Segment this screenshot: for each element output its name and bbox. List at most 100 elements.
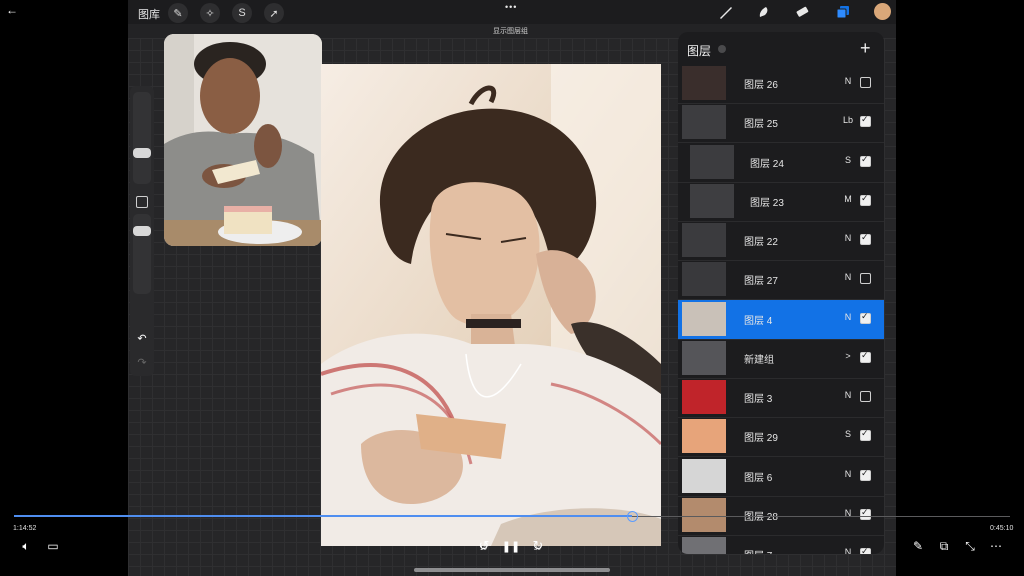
layer-name[interactable]: 图层 4	[744, 312, 772, 327]
subtitles-icon[interactable]: ▭	[45, 538, 61, 554]
layer-visibility-checkbox[interactable]	[860, 154, 871, 167]
back-arrow-icon[interactable]: ←	[4, 2, 20, 18]
layer-list: 图层 26N图层 25Lb图层 24S图层 23M图层 22N图层 27N图层 …	[678, 56, 884, 554]
modify-square-icon[interactable]	[136, 196, 148, 208]
reference-photo	[164, 34, 322, 246]
layer-name[interactable]: 图层 6	[744, 469, 772, 484]
layer-row[interactable]: 图层 26 N	[678, 64, 884, 104]
blend-mode-label[interactable]: S	[841, 429, 855, 439]
layer-visibility-checkbox[interactable]	[860, 273, 871, 285]
brush-size-slider[interactable]	[133, 92, 151, 184]
layer-row[interactable]: 图层 3 N	[678, 378, 884, 418]
layer-thumbnail[interactable]	[682, 301, 726, 336]
redo-icon[interactable]: ↷	[134, 354, 150, 370]
layer-thumbnail[interactable]	[682, 223, 726, 257]
layer-name[interactable]: 图层 26	[744, 76, 778, 91]
blend-mode-label[interactable]: N	[841, 312, 855, 322]
show-layer-group-hint: 显示图层组	[493, 28, 528, 35]
layer-visibility-checkbox[interactable]	[860, 546, 871, 554]
layer-row[interactable]: 新建组 >	[678, 339, 884, 379]
layer-visibility-checkbox[interactable]	[860, 77, 871, 88]
more-options-dots[interactable]: •••	[505, 2, 517, 12]
layer-thumbnail[interactable]	[682, 380, 726, 414]
blend-mode-label[interactable]: N	[841, 390, 855, 400]
top-toolbar: 图库 ✎ ✧ S ➚ •••	[128, 0, 896, 24]
undo-icon[interactable]: ↶	[134, 330, 150, 346]
layer-row[interactable]: 图层 22 N	[678, 221, 884, 261]
wrench-icon[interactable]: ✎	[168, 3, 188, 23]
layer-thumbnail[interactable]	[682, 458, 726, 493]
layer-name[interactable]: 图层 3	[744, 390, 772, 405]
layer-thumbnail[interactable]	[682, 497, 726, 532]
layer-thumbnail[interactable]	[682, 537, 726, 554]
layer-thumbnail[interactable]	[682, 340, 726, 375]
layer-thumbnail[interactable]	[690, 144, 734, 179]
layer-thumbnail[interactable]	[682, 419, 726, 454]
layer-name[interactable]: 图层 23	[750, 194, 784, 209]
layer-visibility-checkbox[interactable]	[860, 232, 871, 245]
pause-icon[interactable]: ❚❚	[502, 538, 520, 554]
volume-icon[interactable]: 🔈︎	[18, 538, 34, 554]
layer-thumbnail[interactable]	[682, 262, 726, 297]
brush-icon[interactable]	[716, 2, 736, 22]
blend-mode-label[interactable]: N	[841, 233, 855, 243]
brush-size-knob[interactable]	[133, 148, 151, 158]
layer-name[interactable]: 图层 22	[744, 233, 778, 248]
layer-thumbnail[interactable]	[682, 66, 726, 100]
eraser-icon[interactable]	[792, 2, 812, 22]
layer-visibility-checkbox[interactable]	[860, 311, 871, 324]
layer-visibility-checkbox[interactable]	[860, 391, 871, 402]
layer-name[interactable]: 图层 25	[744, 115, 778, 130]
group-expand-chevron[interactable]: >	[841, 351, 855, 361]
exit-fullscreen-icon[interactable]: ⤡	[962, 538, 978, 554]
layer-row[interactable]: 图层 25 Lb	[678, 103, 884, 144]
layer-row[interactable]: 图层 6 N	[678, 457, 884, 497]
opacity-knob[interactable]	[133, 226, 151, 236]
blend-mode-label[interactable]: N	[841, 76, 855, 86]
layer-name[interactable]: 新建组	[744, 351, 774, 366]
blend-mode-label[interactable]: N	[841, 469, 855, 479]
brush-sliders-bar: ↶ ↷	[130, 86, 154, 376]
layer-row[interactable]: 图层 7 N	[678, 535, 884, 554]
layer-name[interactable]: 图层 24	[750, 155, 784, 170]
layer-row[interactable]: 图层 23 M	[678, 182, 884, 222]
panel-status-dot	[718, 45, 726, 53]
layer-name[interactable]: 图层 27	[744, 272, 778, 287]
elapsed-time: 1:14:52	[13, 525, 37, 532]
smudge-icon[interactable]	[754, 2, 774, 22]
blend-mode-label[interactable]: N	[841, 272, 855, 282]
video-progress-fill	[14, 515, 632, 517]
blend-mode-label[interactable]: N	[841, 547, 855, 554]
layer-visibility-checkbox[interactable]	[860, 193, 871, 206]
layer-row[interactable]: 图层 4 N	[678, 299, 884, 340]
layer-visibility-checkbox[interactable]	[860, 428, 871, 442]
layer-row[interactable]: 图层 29 S	[678, 417, 884, 458]
artwork-canvas[interactable]	[321, 64, 661, 546]
layers-icon[interactable]	[833, 2, 853, 22]
blend-mode-label[interactable]: S	[841, 155, 855, 165]
magic-wand-icon[interactable]: ✧	[200, 3, 220, 23]
skip-back-seconds: 10	[480, 546, 487, 552]
layer-thumbnail[interactable]	[690, 183, 734, 218]
pen-edit-icon[interactable]: ✎	[910, 538, 926, 554]
blend-mode-label[interactable]: M	[841, 194, 855, 204]
layer-row[interactable]: 图层 27 N	[678, 260, 884, 301]
layer-row[interactable]: 图层 24 S	[678, 143, 884, 183]
layer-name[interactable]: 图层 7	[744, 547, 772, 554]
layer-visibility-checkbox[interactable]	[860, 114, 871, 128]
layer-visibility-checkbox[interactable]	[860, 507, 871, 520]
selection-icon[interactable]: S	[232, 3, 252, 23]
layer-name[interactable]: 图层 29	[744, 429, 778, 444]
layer-visibility-checkbox[interactable]	[860, 468, 871, 481]
total-time: 0:45:10	[990, 525, 1014, 532]
layer-visibility-checkbox[interactable]	[860, 350, 871, 363]
gallery-button[interactable]: 图库	[138, 6, 160, 22]
picture-in-picture-icon[interactable]: ⧉	[936, 538, 952, 554]
more-options-icon[interactable]: ⋯	[988, 538, 1004, 554]
layers-panel: 图层 + 图层 26N图层 25Lb图层 24S图层 23M图层 22N图层 2…	[678, 32, 884, 554]
transform-arrow-icon[interactable]: ➚	[264, 3, 284, 23]
color-swatch[interactable]	[874, 3, 891, 20]
blend-mode-label[interactable]: Lb	[841, 115, 855, 125]
layer-thumbnail[interactable]	[682, 105, 726, 140]
video-progress-handle[interactable]	[626, 511, 638, 522]
